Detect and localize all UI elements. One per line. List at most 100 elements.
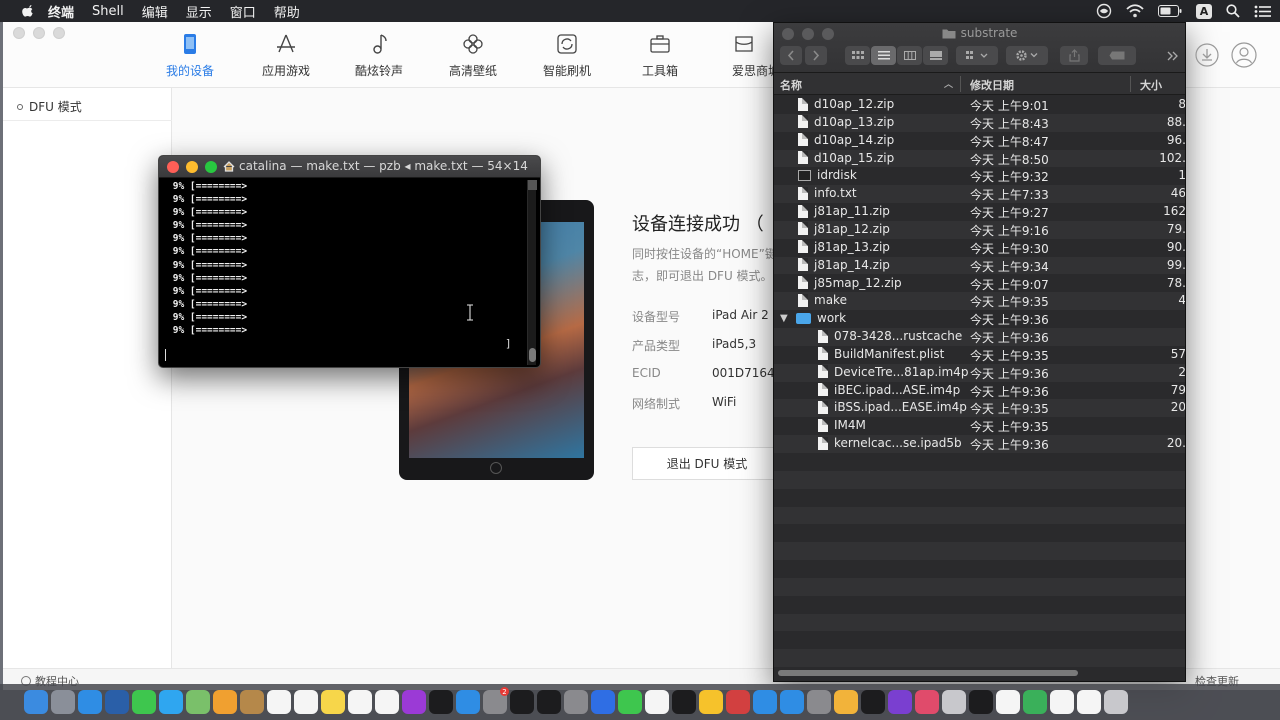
- tab-wallpapers[interactable]: 高清壁纸: [433, 32, 513, 79]
- dock-preview-icon[interactable]: [861, 690, 885, 714]
- terminal-minimize-button[interactable]: [186, 160, 198, 173]
- dock-podcasts-icon[interactable]: [402, 690, 426, 714]
- dock-speedometer-icon[interactable]: [672, 690, 696, 714]
- dock-launchpad-icon[interactable]: [51, 690, 75, 714]
- dock-duck-icon[interactable]: [699, 690, 723, 714]
- column-name[interactable]: 名称: [780, 77, 802, 93]
- share-button[interactable]: [1060, 46, 1088, 65]
- apple-icon[interactable]: [18, 4, 36, 18]
- file-row[interactable]: DeviceTre...81ap.im4p 今天 上午9:36 2: [774, 363, 1185, 382]
- disclosure-triangle-icon[interactable]: ▼: [780, 313, 790, 324]
- file-row[interactable]: d10ap_15.zip 今天 上午8:50 102.: [774, 149, 1185, 168]
- dock-messages-icon[interactable]: [132, 690, 156, 714]
- dock-photos-icon[interactable]: [213, 690, 237, 714]
- gallery-view-button[interactable]: [923, 46, 948, 65]
- tags-button[interactable]: [1098, 46, 1136, 65]
- zoom-button[interactable]: [53, 27, 65, 39]
- dock-system-preferences-icon[interactable]: 2: [483, 687, 509, 714]
- file-row[interactable]: j81ap_12.zip 今天 上午9:16 79.: [774, 220, 1185, 239]
- dock-qq-icon[interactable]: [645, 690, 669, 714]
- dock-app-store-icon[interactable]: [456, 690, 480, 714]
- file-row[interactable]: j85map_12.zip 今天 上午9:07 78.: [774, 274, 1185, 293]
- dock-instruments-icon[interactable]: [726, 690, 750, 714]
- dock-crystal-icon[interactable]: [915, 690, 939, 714]
- file-row[interactable]: d10ap_14.zip 今天 上午8:47 96.: [774, 131, 1185, 150]
- tab-smart-flash[interactable]: 智能刷机: [527, 32, 607, 79]
- terminal-zoom-button[interactable]: [205, 160, 217, 173]
- dock-qq-chat-icon[interactable]: [159, 690, 183, 714]
- dock-network-icon[interactable]: [753, 690, 777, 714]
- dock-trash-full-icon[interactable]: [1104, 690, 1128, 714]
- tab-my-device[interactable]: 我的设备: [150, 32, 230, 79]
- dock-wechat-icon[interactable]: [618, 690, 642, 714]
- terminal-close-button[interactable]: [167, 160, 179, 173]
- column-separator[interactable]: [960, 76, 961, 92]
- dock-adguard-icon[interactable]: [1023, 690, 1047, 714]
- file-row[interactable]: iBSS.ipad...EASE.im4p 今天 上午9:35 20: [774, 399, 1185, 418]
- file-row[interactable]: d10ap_13.zip 今天 上午8:43 88.: [774, 113, 1185, 132]
- dock-calendar-icon[interactable]: [267, 690, 291, 714]
- dock-sublime-icon[interactable]: [888, 690, 912, 714]
- dock-chess-icon[interactable]: [969, 690, 993, 714]
- terminal-output[interactable]: 9% [========> 9% [========> 9% [========…: [167, 180, 247, 337]
- exit-dfu-button[interactable]: 退出 DFU 模式: [632, 447, 782, 480]
- group-button[interactable]: [956, 46, 998, 65]
- tab-shop[interactable]: 爱思商城: [714, 32, 774, 79]
- dock-activity-monitor-icon[interactable]: [537, 690, 561, 714]
- file-row[interactable]: d10ap_12.zip 今天 上午9:01 8: [774, 96, 1185, 114]
- dock-archive-icon[interactable]: [996, 690, 1020, 714]
- scroll-up-arrow[interactable]: [528, 180, 537, 190]
- tab-apps-games[interactable]: 应用游戏: [246, 32, 326, 79]
- dock-disk-utility-icon[interactable]: [942, 690, 966, 714]
- file-row[interactable]: kernelcac...se.ipad5b 今天 上午9:36 20.: [774, 435, 1185, 453]
- file-row[interactable]: iBEC.ipad...ASE.im4p 今天 上午9:36 79: [774, 381, 1185, 400]
- dock-xcode-icon[interactable]: [780, 690, 804, 714]
- sidebar-item-dfu[interactable]: DFU 模式: [17, 98, 82, 115]
- dock-vpn-icon[interactable]: [1050, 690, 1074, 714]
- menu-window[interactable]: 窗口: [230, 2, 256, 21]
- dock-finder-icon[interactable]: [24, 690, 48, 714]
- control-center-list-icon[interactable]: [1254, 5, 1272, 18]
- forward-button[interactable]: [805, 46, 827, 65]
- dock-maps-icon[interactable]: [186, 690, 210, 714]
- dock-document-icon[interactable]: [1077, 690, 1101, 714]
- file-row[interactable]: 078-3428...rustcache 今天 上午9:36: [774, 328, 1185, 346]
- list-view-button[interactable]: [871, 46, 896, 65]
- user-avatar-icon[interactable]: [1231, 42, 1257, 68]
- close-button[interactable]: [13, 27, 25, 39]
- dock-automator-icon[interactable]: [807, 690, 831, 714]
- icon-view-button[interactable]: [845, 46, 870, 65]
- terminal-scrollbar[interactable]: [527, 180, 537, 365]
- file-row[interactable]: make 今天 上午9:35 4: [774, 292, 1185, 311]
- menu-help[interactable]: 帮助: [274, 2, 300, 21]
- column-date-modified[interactable]: 修改日期: [970, 77, 1014, 93]
- vpn-status-icon[interactable]: [1096, 3, 1112, 19]
- dock-script-editor-icon[interactable]: [564, 690, 588, 714]
- file-row[interactable]: BuildManifest.plist 今天 上午9:35 57: [774, 345, 1185, 364]
- dock-terminal-blue-icon[interactable]: [105, 690, 129, 714]
- file-row[interactable]: info.txt 今天 上午7:33 46: [774, 185, 1185, 204]
- back-button[interactable]: [780, 46, 802, 65]
- input-source-badge[interactable]: A: [1196, 3, 1212, 19]
- spotlight-search-icon[interactable]: [1226, 4, 1240, 18]
- dock-aisi-u-icon[interactable]: [591, 690, 615, 714]
- download-icon[interactable]: [1195, 43, 1219, 67]
- menu-shell[interactable]: Shell: [92, 4, 124, 19]
- column-size[interactable]: 大小: [1140, 77, 1162, 93]
- dock-music-icon[interactable]: [348, 690, 372, 714]
- finder-horizontal-scrollbar[interactable]: [778, 670, 1078, 676]
- toolbar-overflow-button[interactable]: [1166, 46, 1180, 65]
- menu-view[interactable]: 显示: [186, 2, 212, 21]
- file-row[interactable]: j81ap_11.zip 今天 上午9:27 162: [774, 203, 1185, 221]
- menu-terminal[interactable]: 终端: [48, 2, 74, 21]
- column-view-button[interactable]: [897, 46, 922, 65]
- minimize-button[interactable]: [33, 27, 45, 39]
- dock-apple-tv-icon[interactable]: [429, 690, 453, 714]
- column-separator[interactable]: [1130, 76, 1131, 92]
- file-row[interactable]: idrdisk 今天 上午9:32 1: [774, 167, 1185, 186]
- battery-icon[interactable]: [1158, 5, 1182, 17]
- dock-reminders-icon[interactable]: [294, 690, 318, 714]
- file-row[interactable]: IM4M 今天 上午9:35: [774, 417, 1185, 436]
- file-row[interactable]: j81ap_13.zip 今天 上午9:30 90.: [774, 238, 1185, 257]
- tab-ringtones[interactable]: 酷炫铃声: [339, 32, 419, 79]
